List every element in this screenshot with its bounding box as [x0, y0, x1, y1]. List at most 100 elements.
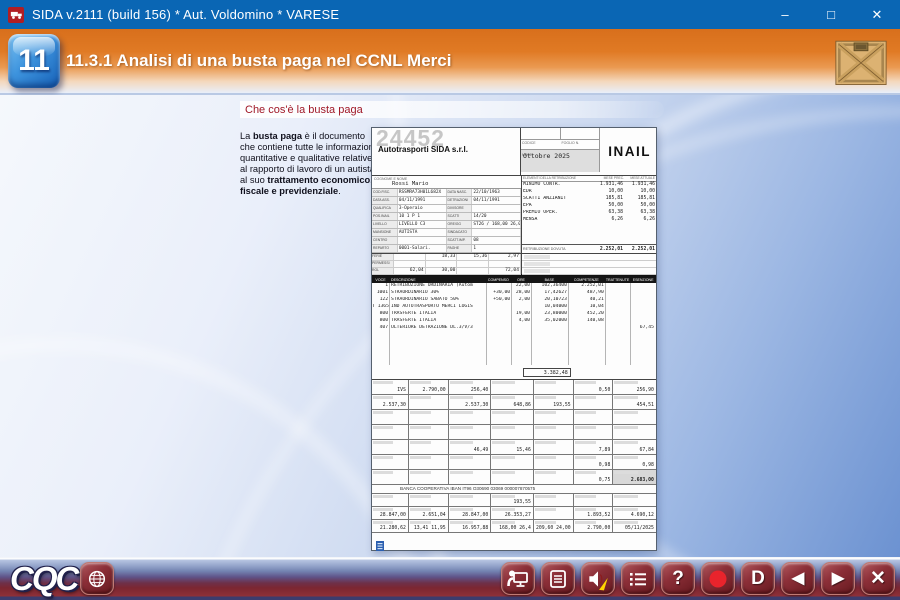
- cell: IND AUTOTRASPORTO MERCI LOGIS: [389, 304, 486, 311]
- cell: [372, 455, 409, 469]
- cell: 2,97: [489, 254, 521, 260]
- hours-row: FERIE 18,33 15,36 2,97: [372, 254, 521, 261]
- hours-row: ROL 62,04 30,00 72,04: [372, 268, 521, 275]
- chapter-number-tile: 11: [8, 34, 60, 88]
- intro-paragraph: La busta paga è il documento che contien…: [240, 131, 378, 197]
- cell: ULTERIORE DETRAZIONE DL.3/V/3: [389, 325, 486, 332]
- cell: 10 1 P 1: [398, 213, 447, 220]
- cell: 67,84: [613, 440, 656, 454]
- cell: 4.690,12: [613, 507, 656, 519]
- cell: [409, 425, 449, 439]
- cell: STRAORDINARIO 30%: [389, 290, 486, 297]
- cell: 2.252,01: [592, 247, 624, 252]
- cell: 2.683,00: [613, 470, 656, 484]
- exit-button[interactable]: ✕: [861, 562, 895, 595]
- payslip-bottom: [372, 533, 656, 552]
- cell: [534, 494, 574, 506]
- cell: [511, 325, 531, 332]
- tutor-button[interactable]: [501, 562, 535, 595]
- cell: 28,00: [511, 290, 531, 297]
- section-heading: Che cos'è la busta paga: [240, 104, 363, 116]
- section-heading-band: Che cos'è la busta paga: [240, 101, 664, 118]
- col-header: BASE: [531, 278, 568, 282]
- cell: 2.790,00: [574, 520, 614, 532]
- minimize-button[interactable]: –: [762, 0, 808, 29]
- cell: 648,86: [491, 395, 534, 409]
- cell: 193,55: [534, 395, 574, 409]
- payslip-hours-section: FERIE 18,33 15,36 2,97 PERMESSI: [372, 254, 656, 276]
- payslip-document: 24452 Autotrasporti SIDA s.r.l. CODICE F…: [371, 127, 657, 551]
- cell: [449, 410, 492, 424]
- text-button[interactable]: [541, 562, 575, 595]
- cell: TRASFERTE ITALIA: [389, 311, 486, 318]
- cell: 1: [472, 245, 521, 252]
- cell: MINIMO CONTR.: [522, 182, 592, 189]
- cell: [409, 440, 449, 454]
- chapter-title: 11.3.1 Analisi di una busta paga nel CCN…: [66, 51, 451, 71]
- cell: 2.252,01: [624, 247, 656, 252]
- cell: 6,26: [592, 217, 624, 224]
- cell: [534, 380, 574, 394]
- cell: TRASFERTE ITALIA: [389, 318, 486, 325]
- cell: 2.537,30: [449, 395, 492, 409]
- forward-button[interactable]: ▶: [821, 562, 855, 595]
- cell: 46,49: [449, 440, 492, 454]
- cell: [394, 261, 426, 267]
- close-button[interactable]: ✕: [854, 0, 900, 29]
- cell: EPA: [522, 203, 592, 210]
- cell: [486, 304, 512, 311]
- cell: 18,33: [426, 254, 458, 260]
- back-arrow-icon: ◀: [792, 571, 804, 587]
- cell: 35,02000: [531, 318, 568, 325]
- cell: REPARTO: [372, 245, 398, 252]
- info-row: MANSIONE AUTISTA SINDACATO: [372, 229, 521, 237]
- element-row: EDR 10,00 10,00: [522, 189, 656, 196]
- col-header: TRATTENUTE: [605, 278, 631, 282]
- cell: 140,08: [568, 318, 605, 325]
- window-controls: – □ ✕: [762, 0, 900, 29]
- pay-item-row: 407 ULTERIORE DETRAZIONE DL.3/V/3 67,45: [372, 325, 656, 332]
- globe-button[interactable]: [80, 562, 114, 595]
- letter-d-icon: D: [751, 569, 765, 588]
- maximize-button[interactable]: □: [808, 0, 854, 29]
- index-button[interactable]: [621, 562, 655, 595]
- inail-logo: INAIL: [608, 144, 651, 159]
- retribuzione-dovuta-row: RETRIBUZIONE DOVUTA 2.252,01 2.252,01: [522, 244, 656, 253]
- cell: 14/20: [472, 213, 521, 220]
- audio-button[interactable]: [581, 562, 615, 595]
- cell: 1: [372, 283, 389, 290]
- cqc-logo: CQC: [10, 560, 77, 598]
- cell: 63,38: [624, 210, 656, 217]
- document-text-icon: [546, 567, 570, 591]
- cell: [568, 325, 605, 332]
- intro-bold: busta paga: [253, 131, 302, 141]
- payslip-header: 24452 Autotrasporti SIDA s.r.l. CODICE F…: [372, 128, 656, 176]
- cell: DATA ASS.: [372, 197, 398, 204]
- info-row: QUALIFICA 3-Operaio DIVISORE: [372, 205, 521, 213]
- payslip-month: Ottobre 2025: [521, 150, 600, 172]
- intro-text: La: [240, 131, 253, 141]
- footer-row: 21.280,62 13,41 11,95 16.957,88 168,00 2…: [372, 520, 656, 533]
- toolbar-buttons: ? D ◀ ▶ ✕: [501, 562, 895, 595]
- cell: SCATTI: [447, 213, 473, 220]
- cell: [630, 283, 656, 290]
- app-window: SIDA v.2111 (build 156) * Aut. Voldomino…: [0, 0, 900, 600]
- help-button[interactable]: ?: [661, 562, 695, 595]
- cell: 2,00: [511, 297, 531, 304]
- cell: 0,50: [574, 380, 614, 394]
- cell: 23,80000: [531, 311, 568, 318]
- cell: RSSMRA73H01L682X: [398, 189, 447, 196]
- document-icon: [375, 541, 385, 551]
- cell: [409, 455, 449, 469]
- cell: MENSA: [522, 217, 592, 224]
- cell: 15,36: [457, 254, 489, 260]
- dictionary-button[interactable]: D: [741, 562, 775, 595]
- hours-aux-table: [522, 254, 656, 274]
- employee-info-table: COGNOME E NOME Rossi Mario COD.FISC. RSS…: [372, 176, 522, 253]
- cell: 72,04: [489, 268, 521, 274]
- record-button[interactable]: [701, 562, 735, 595]
- back-button[interactable]: ◀: [781, 562, 815, 595]
- cell: 2.537,30: [372, 395, 409, 409]
- cell: 22/10/1963: [472, 189, 521, 196]
- intro-text: .: [338, 186, 341, 196]
